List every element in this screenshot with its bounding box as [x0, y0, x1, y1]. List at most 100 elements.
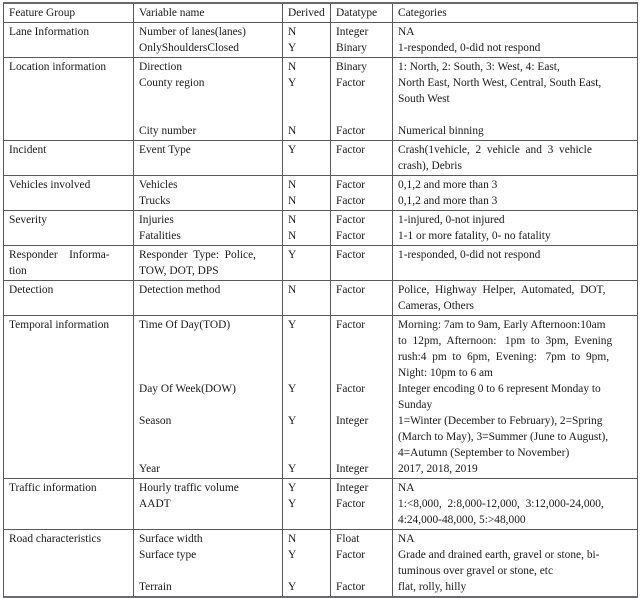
cell-lines: Y	[288, 142, 326, 158]
cell-variable-name: Vehicles Trucks	[133, 175, 283, 211]
cell-line	[336, 365, 388, 381]
cell-line	[139, 429, 278, 445]
cell-line	[288, 349, 326, 365]
cell-line: Y	[288, 498, 297, 510]
cell-line: Binary	[336, 42, 368, 54]
cell-line: Integer	[336, 415, 369, 427]
cell-categories: Morning: 7am to 9am, Early Afternoon:10a…	[392, 315, 638, 479]
cell-line: Y	[288, 463, 297, 475]
cell-line: N	[288, 125, 297, 137]
variable-definition-table-container: Feature Group Variable name Derived Data…	[3, 2, 638, 598]
column-header-categories: Categories	[392, 2, 638, 23]
table-row: Incident Event Type Y Factor Crash(1vehicle,…	[3, 140, 638, 176]
cell-feature-group: Responder Informa-tion	[3, 245, 134, 281]
cell-feature-group: Vehicles involved	[3, 175, 134, 211]
cell-lines: N	[288, 282, 326, 298]
cell-lines: Road characteristics	[9, 531, 129, 547]
cell-line: Integer encoding 0 to 6 represent Monday…	[398, 383, 601, 395]
cell-line: Police, Highway Helper, Automated, DOT,	[398, 284, 606, 296]
cell-line	[336, 397, 388, 413]
cell-line	[288, 512, 326, 528]
cell-line: Y	[288, 319, 297, 331]
cell-lines: Hourly traffic volume AADT	[139, 480, 278, 528]
cell-variable-name: Direction County region City number	[133, 57, 283, 141]
cell-feature-group: Incident	[3, 140, 134, 176]
cell-line: Factor	[336, 144, 366, 156]
cell-line: 1: North, 2: South, 3: West, 4: East,	[398, 61, 560, 73]
cell-derived: NY Y	[282, 529, 331, 598]
cell-line: Crash(1vehicle, 2 vehicle and 3 vehicle	[398, 144, 592, 156]
cell-line: Road characteristics	[9, 533, 102, 545]
cell-line	[288, 397, 326, 413]
cell-line: Temporal information	[9, 319, 110, 331]
cell-lines: Float Factor Factor	[336, 531, 388, 595]
cell-line: 1=Winter (December to February), 2=Sprin…	[398, 415, 603, 427]
cell-line	[336, 107, 388, 123]
cell-categories: 1-injured, 0-not injured 1-1 or more fata…	[392, 210, 638, 246]
cell-line: NA	[398, 482, 415, 494]
cell-line: Detection	[9, 284, 54, 296]
cell-line: N	[288, 26, 297, 38]
cell-lines: NA 1-responded, 0-did not respond	[398, 24, 633, 56]
cell-lines: Crash(1vehicle, 2 vehicle and 3 vehicle c…	[398, 142, 633, 174]
cell-line	[288, 91, 326, 107]
table-body: Lane Information Number of lanes(lanes) On…	[3, 22, 638, 598]
cell-line: Injuries	[139, 214, 174, 226]
cell-lines: NA 1:<8,000, 2:8,000-12,000, 3:12,000-24,…	[398, 480, 633, 528]
table-row: Responder Informa-tion Responder Type: Po…	[3, 245, 638, 281]
cell-line: North East, North West, Central, South E…	[398, 77, 602, 89]
cell-lines: Binary Factor Factor	[336, 59, 388, 139]
column-header-datatype: Datatype	[330, 2, 393, 23]
cell-line: Day Of Week(DOW)	[139, 383, 236, 395]
cell-derived: Y	[282, 140, 331, 176]
cell-line: 2017, 2018, 2019	[398, 463, 478, 475]
cell-line: Sunday	[398, 399, 433, 411]
cell-feature-group: Severity	[3, 210, 134, 246]
cell-line: Factor	[336, 498, 366, 510]
cell-line: Float	[336, 533, 360, 545]
column-header-variable-name: Variable name	[133, 2, 283, 23]
cell-line: Number of lanes(lanes)	[139, 26, 246, 38]
cell-lines: Factor Factor Integer Integer	[336, 317, 388, 477]
cell-line: Night: 10pm to 6 am	[398, 367, 493, 379]
cell-line: Factor	[336, 284, 366, 296]
cell-categories: Crash(1vehicle, 2 vehicle and 3 vehicle c…	[392, 140, 638, 176]
cell-feature-group: Location information	[3, 57, 134, 141]
cell-line: N	[288, 230, 297, 242]
cell-lines: NY N	[288, 59, 326, 139]
cell-lines: 1: North, 2: South, 3: West, 4: East, Nor…	[398, 59, 633, 139]
cell-line: Lane Information	[9, 26, 90, 38]
cell-line: Trucks	[139, 195, 171, 207]
cell-line	[336, 563, 388, 579]
cell-line	[139, 445, 278, 461]
table-row: Location information Direction County regi…	[3, 57, 638, 141]
cell-datatype: Binary Factor Factor	[330, 57, 393, 141]
cell-line: NA	[398, 533, 415, 545]
cell-line: Fatalities	[139, 230, 181, 242]
cell-line	[336, 512, 388, 528]
cell-categories: NA Grade and drained earth, gravel or sto…	[392, 529, 638, 598]
cell-lines: Factor Factor	[336, 212, 388, 244]
cell-line: Surface width	[139, 533, 203, 545]
cell-line: (March to May), 3=Summer (June to August…	[398, 431, 609, 443]
cell-feature-group: Traffic information	[3, 478, 134, 530]
cell-line: Responder Informa-	[9, 249, 110, 261]
cell-line: tion	[9, 265, 27, 277]
table-row: Temporal information Time Of Day(TOD) Day…	[3, 315, 638, 479]
cell-lines: Vehicles involved	[9, 177, 129, 193]
cell-feature-group: Road characteristics	[3, 529, 134, 598]
cell-line	[336, 263, 388, 279]
cell-line: flat, rolly, hilly	[398, 581, 467, 593]
cell-line: Responder Type: Police,	[139, 249, 256, 261]
cell-line: Factor	[336, 230, 366, 242]
cell-derived: NY	[282, 22, 331, 58]
cell-line: N	[288, 179, 297, 191]
cell-line: OnlyShouldersClosed	[139, 42, 239, 54]
cell-line: Incident	[9, 144, 47, 156]
cell-line: Factor	[336, 214, 366, 226]
cell-variable-name: Injuries Fatalities	[133, 210, 283, 246]
cell-line	[336, 333, 388, 349]
cell-line: Integer	[336, 463, 369, 475]
cell-line: NA	[398, 26, 415, 38]
cell-line: N	[288, 284, 297, 296]
